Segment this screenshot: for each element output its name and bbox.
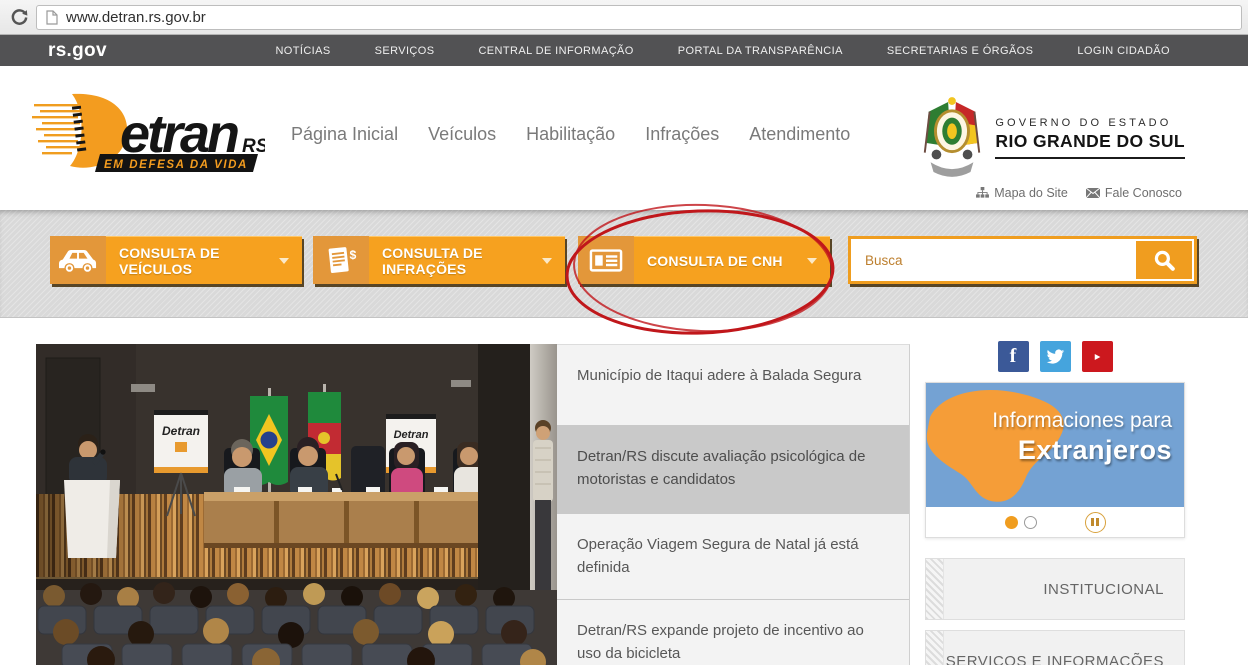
detran-tagline: EM DEFESA DA VIDA xyxy=(104,159,248,171)
menu-servicos[interactable]: SERVIÇOS xyxy=(375,45,435,57)
consulta-infracoes-button[interactable]: $ CONSULTA DE INFRAÇÕES xyxy=(313,236,565,284)
sidebar-item-label: INSTITUCIONAL xyxy=(1043,581,1164,598)
refresh-icon[interactable] xyxy=(6,4,32,30)
consulta-veiculos-label: CONSULTA DE VEÍCULOS xyxy=(119,245,279,277)
news-title: Operação Viagem Segura de Natal já está … xyxy=(577,536,859,576)
sidebar-item-servicos-informacoes[interactable]: SERVIÇOS E INFORMAÇÕES xyxy=(925,630,1185,665)
sitemap-icon xyxy=(976,187,989,199)
sitemap-link[interactable]: Mapa do Site xyxy=(976,186,1068,200)
rs-coat-of-arms xyxy=(917,92,987,184)
news-carousel-photo[interactable]: Detran Detran xyxy=(36,344,557,665)
sitemap-label: Mapa do Site xyxy=(994,186,1068,200)
news-title: Detran/RS expande projeto de incentivo a… xyxy=(577,622,864,662)
url-text: www.detran.rs.gov.br xyxy=(66,9,206,26)
news-item[interactable]: Detran/RS expande projeto de incentivo a… xyxy=(557,600,909,665)
state-gov-bar: rs.gov NOTÍCIAS SERVIÇOS CENTRAL DE INFO… xyxy=(0,35,1248,66)
menu-secretarias-orgaos[interactable]: SECRETARIAS E ÓRGÃOS xyxy=(887,45,1034,57)
consulta-cnh-button[interactable]: CONSULTA DE CNH xyxy=(578,236,830,284)
banner-text: Informaciones para Extranjeros xyxy=(992,409,1172,466)
header-utility-links: Mapa do Site Fale Conosco xyxy=(976,186,1182,200)
menu-noticias[interactable]: NOTÍCIAS xyxy=(275,45,330,57)
caret-down-icon xyxy=(807,258,817,264)
news-title: Município de Itaqui adere à Balada Segur… xyxy=(577,367,861,384)
sidebar-item-label: SERVIÇOS E INFORMAÇÕES xyxy=(946,653,1164,665)
gov-brand-line1: GOVERNO DO ESTADO xyxy=(995,117,1185,129)
consulta-veiculos-button[interactable]: CONSULTA DE VEÍCULOS xyxy=(50,236,302,284)
nav-habilitacao[interactable]: Habilitação xyxy=(526,124,615,145)
nav-infracoes[interactable]: Infrações xyxy=(645,124,719,145)
search-button[interactable] xyxy=(1136,241,1192,279)
consulta-cnh-label: CONSULTA DE CNH xyxy=(647,253,783,269)
gov-brand-line2: RIO GRANDE DO SUL xyxy=(995,131,1185,152)
standing-man xyxy=(533,420,553,592)
facebook-icon[interactable]: f xyxy=(998,341,1029,372)
svg-text:Detran: Detran xyxy=(162,424,200,438)
news-headlines-list: Município de Itaqui adere à Balada Segur… xyxy=(557,344,910,665)
browser-toolbar: www.detran.rs.gov.br xyxy=(0,0,1248,35)
contact-link[interactable]: Fale Conosco xyxy=(1086,186,1182,200)
carousel-dot[interactable] xyxy=(1024,516,1037,529)
car-icon xyxy=(50,236,106,284)
news-item-active[interactable]: Detran/RS discute avaliação psicológica … xyxy=(557,426,909,514)
news-title: Detran/RS discute avaliação psicológica … xyxy=(577,448,866,488)
quick-consult-band: CONSULTA DE VEÍCULOS $ CONSULTA DE INFRA… xyxy=(0,210,1248,318)
infraction-doc-icon: $ xyxy=(313,236,369,284)
facebook-glyph: f xyxy=(1010,345,1017,368)
banner-line2: Extranjeros xyxy=(992,435,1172,466)
svg-text:Detran: Detran xyxy=(394,429,429,441)
menu-central-informacao[interactable]: CENTRAL DE INFORMAÇÃO xyxy=(478,45,633,57)
contact-label: Fale Conosco xyxy=(1105,186,1182,200)
hatch-texture xyxy=(926,631,944,665)
nav-pagina-inicial[interactable]: Página Inicial xyxy=(291,124,398,145)
site-header: etran RS EM DEFESA DA VIDA Página Inicia… xyxy=(0,66,1248,210)
banner-line1: Informaciones para xyxy=(992,409,1172,433)
extranjeros-banner-image: Informaciones para Extranjeros xyxy=(926,383,1184,507)
nav-atendimento[interactable]: Atendimento xyxy=(749,124,850,145)
rsgov-logo[interactable]: rs.gov xyxy=(48,40,107,62)
main-content: Detran Detran xyxy=(0,318,1248,665)
page-icon xyxy=(46,10,58,25)
consulta-infracoes-label: CONSULTA DE INFRAÇÕES xyxy=(382,245,542,277)
state-gov-menu: NOTÍCIAS SERVIÇOS CENTRAL DE INFORMAÇÃO … xyxy=(275,45,1170,57)
auditorium-photo-graphic: Detran Detran xyxy=(36,344,557,665)
caret-down-icon xyxy=(279,258,289,264)
news-item[interactable]: Operação Viagem Segura de Natal já está … xyxy=(557,514,909,600)
sidebar: f Informaciones para Extranjeros xyxy=(925,341,1185,665)
detran-rs-suffix: RS xyxy=(242,136,265,157)
carousel-dot-active[interactable] xyxy=(1005,516,1018,529)
menu-portal-transparencia[interactable]: PORTAL DA TRANSPARÊNCIA xyxy=(678,45,843,57)
search-icon xyxy=(1152,248,1176,272)
carousel-controls xyxy=(926,507,1184,537)
rs-government-brand: GOVERNO DO ESTADO RIO GRANDE DO SUL xyxy=(917,92,1185,184)
svg-text:$: $ xyxy=(349,248,356,262)
news-item[interactable]: Município de Itaqui adere à Balada Segur… xyxy=(557,345,909,426)
nav-veiculos[interactable]: Veículos xyxy=(428,124,496,145)
address-bar[interactable]: www.detran.rs.gov.br xyxy=(36,5,1242,30)
twitter-icon[interactable] xyxy=(1040,341,1071,372)
caret-down-icon xyxy=(542,258,552,264)
gov-brand-text: GOVERNO DO ESTADO RIO GRANDE DO SUL xyxy=(995,117,1185,159)
audience xyxy=(36,582,557,665)
youtube-icon[interactable] xyxy=(1082,341,1113,372)
cnh-card-icon xyxy=(578,236,634,284)
hatch-texture xyxy=(926,559,944,619)
carousel-pause-button[interactable] xyxy=(1085,512,1106,533)
search-input[interactable] xyxy=(853,241,1134,279)
detran-logo-speed-lines xyxy=(32,104,80,154)
main-nav: Página Inicial Veículos Habilitação Infr… xyxy=(291,124,850,145)
menu-login-cidadao[interactable]: LOGIN CIDADÃO xyxy=(1077,45,1170,57)
social-links: f xyxy=(925,341,1185,372)
envelope-icon xyxy=(1086,188,1100,198)
sidebar-item-institucional[interactable]: INSTITUCIONAL xyxy=(925,558,1185,620)
detran-logo[interactable]: etran RS EM DEFESA DA VIDA xyxy=(30,92,265,181)
extranjeros-banner[interactable]: Informaciones para Extranjeros xyxy=(925,382,1185,538)
site-search xyxy=(848,236,1197,284)
